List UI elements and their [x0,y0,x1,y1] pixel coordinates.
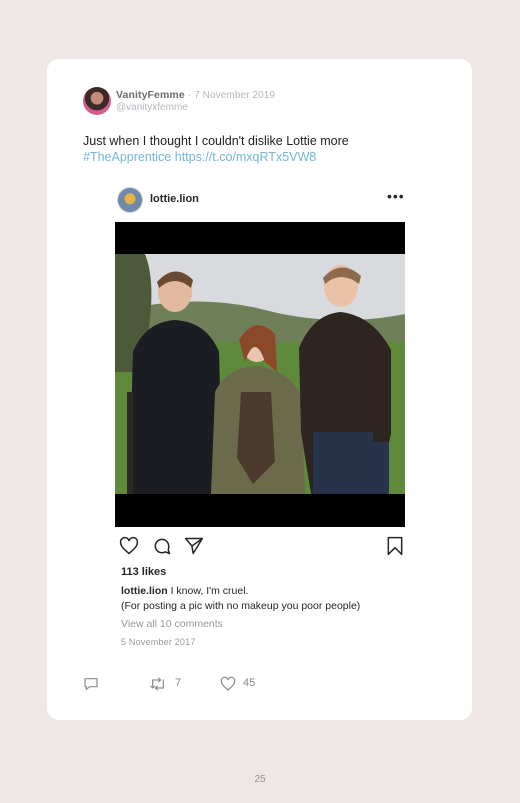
like-count: 45 [243,677,256,689]
instagram-likes[interactable]: 113 likes [121,566,166,578]
instagram-username[interactable]: lottie.lion [150,193,199,205]
avatar[interactable] [83,87,111,115]
tweet-actions: 7 45 [83,676,383,692]
caption-text: I know, I'm cruel. [170,585,249,597]
view-comments-link[interactable]: View all 10 comments [121,618,223,630]
page-number: 25 [254,774,266,785]
instagram-date: 5 November 2017 [121,637,196,647]
instagram-caption: lottie.lion I know, I'm cruel. [121,585,248,597]
tweet-date[interactable]: 7 November 2019 [194,90,275,101]
hashtag-link[interactable]: #TheApprentice [83,150,171,164]
tweet-handle[interactable]: @vanityxfemme [116,102,188,113]
caption-username[interactable]: lottie.lion [121,585,168,597]
instagram-photo [115,222,405,527]
bookmark-icon[interactable] [385,536,405,561]
instagram-actions [119,536,405,558]
retweet-icon[interactable] [149,676,167,697]
tweet-author[interactable]: VanityFemme · 7 November 2019 [116,89,275,101]
heart-icon[interactable] [119,536,139,561]
display-name[interactable]: VanityFemme [116,89,185,101]
photo-image [115,222,405,527]
caption-line2: (For posting a pic with no makeup you po… [121,600,361,612]
heart-icon[interactable] [220,676,236,697]
tweet-text: Just when I thought I couldn't dislike L… [83,133,443,165]
retweet-count: 7 [175,677,182,689]
tweet-card: VanityFemme · 7 November 2019 @vanityxfe… [47,59,472,720]
instagram-avatar[interactable] [117,187,143,213]
more-options-icon[interactable]: ••• [387,189,405,203]
comment-icon[interactable] [152,536,172,561]
tweet-url-link[interactable]: https://t.co/mxqRTx5VW8 [175,150,316,164]
tweet-body: Just when I thought I couldn't dislike L… [83,134,349,148]
paper-plane-icon[interactable] [184,536,204,561]
reply-icon[interactable] [83,676,99,697]
